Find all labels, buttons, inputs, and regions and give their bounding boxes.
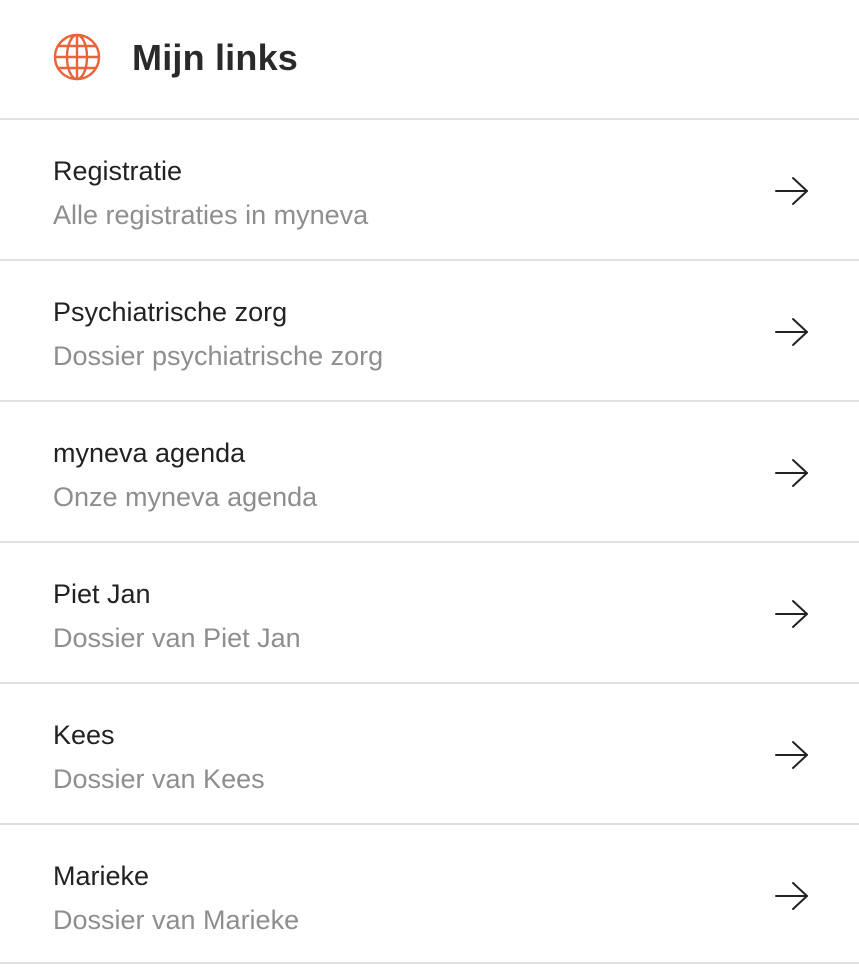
page-title: Mijn links [132,37,299,78]
links-list: Registratie Alle registraties in myneva … [0,118,859,964]
link-title: Registratie [53,156,183,186]
link-title: Marieke [53,861,150,891]
link-item-registratie[interactable]: Registratie Alle registraties in myneva [0,118,859,259]
link-item-myneva-agenda[interactable]: myneva agenda Onze myneva agenda [0,400,859,541]
link-title: Psychiatrische zorg [53,297,288,327]
link-subtitle: Dossier van Kees [53,764,265,794]
link-subtitle: Dossier van Piet Jan [53,623,301,653]
link-subtitle: Alle registraties in myneva [53,200,369,230]
arrow-right-icon[interactable] [774,740,810,770]
link-title: myneva agenda [53,438,246,468]
link-item-piet-jan[interactable]: Piet Jan Dossier van Piet Jan [0,541,859,682]
link-subtitle: Dossier van Marieke [53,905,300,935]
link-subtitle: Onze myneva agenda [53,482,318,512]
panel-header: Mijn links [0,0,859,118]
link-title: Piet Jan [53,579,151,609]
arrow-right-icon[interactable] [774,317,810,347]
link-subtitle: Dossier psychiatrische zorg [53,341,384,371]
arrow-right-icon[interactable] [774,599,810,629]
link-item-kees[interactable]: Kees Dossier van Kees [0,682,859,823]
my-links-panel: Mijn links Registratie Alle registraties… [0,0,859,968]
link-title: Kees [53,720,115,750]
arrow-right-icon[interactable] [774,176,810,206]
arrow-right-icon[interactable] [774,881,810,911]
arrow-right-icon[interactable] [774,458,810,488]
link-item-psychiatrische-zorg[interactable]: Psychiatrische zorg Dossier psychiatrisc… [0,259,859,400]
globe-icon [53,33,101,81]
link-item-marieke[interactable]: Marieke Dossier van Marieke [0,823,859,964]
